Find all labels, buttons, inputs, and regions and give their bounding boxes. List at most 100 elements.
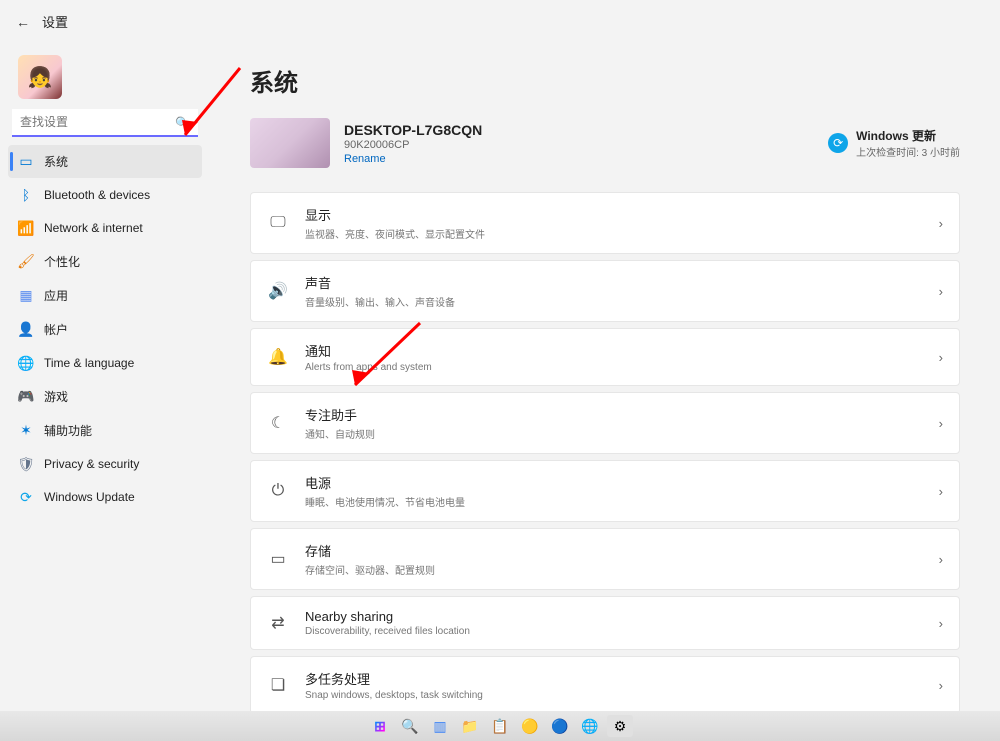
card-title: 声音 (305, 273, 923, 292)
account-icon: 👤 (18, 322, 34, 338)
device-wallpaper-thumb (250, 118, 330, 168)
sidebar-item-accounts[interactable]: 👤 帐户 (8, 313, 202, 346)
explorer-icon[interactable]: 📁 (457, 715, 483, 737)
card-subtitle: 音量级别、输出、输入、声音设备 (305, 294, 923, 309)
taskview-icon[interactable]: ▥ (427, 715, 453, 737)
sidebar-item-apps[interactable]: ▦ 应用 (8, 279, 202, 312)
nearby-sharing-icon: ⇄ (267, 613, 289, 633)
card-subtitle: 监视器、亮度、夜间模式、显示配置文件 (305, 226, 923, 241)
windows-update-widget[interactable]: ⟳ Windows 更新 上次检查时间: 3 小时前 (828, 127, 960, 159)
start-button[interactable]: ⊞ (367, 715, 393, 737)
settings-card-nearby-sharing[interactable]: ⇄ Nearby sharing Discoverability, received… (250, 596, 960, 650)
chevron-right-icon: › (939, 216, 943, 231)
settings-icon[interactable]: ⚙ (607, 715, 633, 737)
sidebar-item-label: 应用 (44, 287, 68, 304)
card-title: 存储 (305, 541, 923, 560)
chevron-right-icon: › (939, 484, 943, 499)
browser-icon[interactable]: 🌐 (577, 715, 603, 737)
back-button[interactable]: ← (16, 14, 30, 30)
card-subtitle: 存储空间、驱动器、配置规则 (305, 562, 923, 577)
sidebar-item-privacy[interactable]: 🛡 Privacy & security (8, 448, 202, 480)
edge-icon[interactable]: 🔵 (547, 715, 573, 737)
card-subtitle: 通知、自动规则 (305, 426, 923, 441)
gamepad-icon: 🎮 (18, 389, 34, 405)
app-title: 设置 (42, 12, 68, 31)
sidebar-item-label: 个性化 (44, 253, 80, 270)
settings-card-display[interactable]: 🖵 显示监视器、亮度、夜间模式、显示配置文件 › (250, 192, 960, 254)
sidebar-item-gaming[interactable]: 🎮 游戏 (8, 380, 202, 413)
bluetooth-icon: ᛒ (18, 187, 34, 203)
apps-icon: ▦ (18, 288, 34, 304)
shield-icon: 🛡 (18, 456, 34, 472)
chevron-right-icon: › (939, 552, 943, 567)
sidebar-item-network[interactable]: 📶 Network & internet (8, 212, 202, 244)
sidebar-item-label: 系统 (44, 153, 68, 170)
power-icon: ⏻ (267, 482, 289, 500)
sidebar-item-label: Bluetooth & devices (44, 188, 150, 202)
chevron-right-icon: › (939, 678, 943, 693)
focus-assist-icon: ☾ (267, 413, 289, 433)
app-header: ← 设置 (0, 0, 1000, 43)
sidebar-item-label: Network & internet (44, 221, 143, 235)
main-content: 系统 DESKTOP-L7G8CQN 90K20006CP Rename ⟳ W… (210, 43, 1000, 714)
sidebar-item-time-language[interactable]: 🌐 Time & language (8, 347, 202, 379)
device-model: 90K20006CP (344, 139, 482, 151)
card-title: 专注助手 (305, 405, 923, 424)
device-info-row: DESKTOP-L7G8CQN 90K20006CP Rename ⟳ Wind… (250, 118, 960, 168)
wifi-icon: 📶 (18, 220, 34, 236)
settings-card-notifications[interactable]: 🔔通知Alerts from apps and system› (250, 328, 960, 386)
card-title: 显示 (305, 205, 923, 224)
card-subtitle: 睡眠、电池使用情况、节省电池电量 (305, 494, 923, 509)
search-input[interactable] (12, 109, 198, 137)
wu-title: Windows 更新 (856, 127, 960, 144)
chevron-right-icon: › (939, 616, 943, 631)
sidebar-item-bluetooth[interactable]: ᛒ Bluetooth & devices (8, 179, 202, 211)
chrome-icon[interactable]: 🟡 (517, 715, 543, 737)
card-title: 电源 (305, 473, 923, 492)
settings-card-focus-assist[interactable]: ☾ 专注助手通知、自动规则 › (250, 392, 960, 454)
device-name: DESKTOP-L7G8CQN (344, 122, 482, 138)
sidebar-item-windows-update[interactable]: ⟳ Windows Update (8, 481, 202, 513)
taskbar-search-icon[interactable]: 🔍 (397, 715, 423, 737)
sidebar-item-label: 辅助功能 (44, 422, 92, 439)
card-subtitle: Discoverability, received files location (305, 626, 923, 637)
sidebar: 👧 🔍 ▭ 系统 ᛒ Bluetooth & devices 📶 Network… (0, 43, 210, 714)
sidebar-item-label: Windows Update (44, 490, 135, 504)
storage-icon: ▭ (267, 549, 289, 569)
sidebar-item-label: Privacy & security (44, 457, 139, 471)
sidebar-item-personalization[interactable]: 🖌 个性化 (8, 245, 202, 278)
chevron-right-icon: › (939, 284, 943, 299)
update-status-icon: ⟳ (828, 133, 848, 153)
search-wrap: 🔍 (12, 109, 198, 137)
wu-subtitle: 上次检查时间: 3 小时前 (856, 144, 960, 159)
chevron-right-icon: › (939, 350, 943, 365)
accessibility-icon: ✶ (18, 423, 34, 439)
sidebar-item-label: 游戏 (44, 388, 68, 405)
sidebar-item-label: 帐户 (44, 321, 68, 338)
office-icon[interactable]: 📋 (487, 715, 513, 737)
user-avatar[interactable]: 👧 (18, 55, 62, 99)
sound-icon: 🔊 (267, 281, 289, 301)
rename-link[interactable]: Rename (344, 153, 482, 165)
settings-card-storage[interactable]: ▭ 存储存储空间、驱动器、配置规则 › (250, 528, 960, 590)
brush-icon: 🖌 (18, 254, 34, 270)
search-icon: 🔍 (175, 116, 190, 130)
notifications-icon: 🔔 (267, 347, 289, 367)
card-subtitle: Snap windows, desktops, task switching (305, 690, 923, 701)
settings-card-multitasking[interactable]: ❏ 多任务处理 Snap windows, desktops, task switc… (250, 656, 960, 714)
page-title: 系统 (250, 63, 960, 98)
settings-card-sound[interactable]: 🔊 声音音量级别、输出、输入、声音设备 › (250, 260, 960, 322)
sidebar-item-label: Time & language (44, 356, 134, 370)
card-title: 多任务处理 (305, 669, 923, 688)
display-icon: 🖵 (267, 214, 289, 232)
multitasking-icon: ❏ (267, 675, 289, 695)
settings-card-power[interactable]: ⏻ 电源睡眠、电池使用情况、节省电池电量 › (250, 460, 960, 522)
taskbar: ⊞ 🔍 ▥ 📁 📋 🟡 🔵 🌐 ⚙ (0, 711, 1000, 741)
chevron-right-icon: › (939, 416, 943, 431)
sidebar-item-accessibility[interactable]: ✶ 辅助功能 (8, 414, 202, 447)
globe-icon: 🌐 (18, 355, 34, 371)
system-icon: ▭ (18, 154, 34, 170)
sidebar-item-system[interactable]: ▭ 系统 (8, 145, 202, 178)
card-title: Nearby sharing (305, 609, 923, 624)
card-subtitle: Alerts from apps and system (305, 362, 923, 373)
